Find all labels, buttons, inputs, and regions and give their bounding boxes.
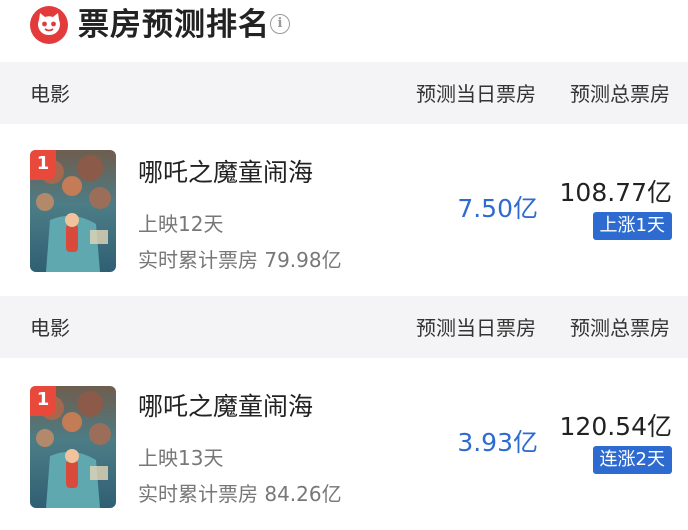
column-label-total-forecast[interactable]: 预测总票房	[570, 81, 670, 107]
rank-badge: 1	[30, 150, 56, 180]
column-label-total-forecast[interactable]: 预测总票房	[570, 315, 670, 341]
cumulative-box-office: 实时累计票房 79.98亿	[138, 248, 342, 272]
column-label-movie: 电影	[30, 82, 70, 106]
total-forecast-value: 120.54亿	[559, 412, 672, 441]
movie-row[interactable]: 1 哪吒之魔童闹海 上映12天 实时累计票房 79.98亿 7.50亿 108.…	[0, 124, 688, 296]
release-days: 上映13天	[138, 446, 224, 470]
movie-title[interactable]: 哪吒之魔童闹海	[138, 156, 313, 190]
rank-badge: 1	[30, 386, 56, 416]
trend-badge: 上涨1天	[592, 212, 672, 240]
column-header: 电影 预测当日票房 预测总票房	[0, 62, 688, 124]
release-days: 上映12天	[138, 212, 224, 236]
movie-title[interactable]: 哪吒之魔童闹海	[138, 390, 313, 424]
column-label-movie: 电影	[30, 316, 70, 340]
day-forecast-value: 3.93亿	[457, 428, 538, 457]
trend-badge: 连涨2天	[592, 446, 672, 474]
page-title: 票房预测排名	[78, 7, 270, 43]
page-header: 票房预测排名 i	[0, 0, 688, 62]
column-label-day-forecast[interactable]: 预测当日票房	[416, 81, 536, 107]
movie-row[interactable]: 1 哪吒之魔童闹海 上映13天 实时累计票房 84.26亿 3.93亿 120.…	[0, 358, 688, 530]
info-icon[interactable]: i	[270, 14, 290, 34]
column-label-day-forecast[interactable]: 预测当日票房	[416, 315, 536, 341]
cumulative-box-office: 实时累计票房 84.26亿	[138, 482, 342, 506]
total-forecast-value: 108.77亿	[559, 178, 672, 207]
column-header: 电影 预测当日票房 预测总票房	[0, 296, 688, 358]
day-forecast-value: 7.50亿	[457, 194, 538, 223]
cat-logo-icon	[30, 6, 68, 44]
